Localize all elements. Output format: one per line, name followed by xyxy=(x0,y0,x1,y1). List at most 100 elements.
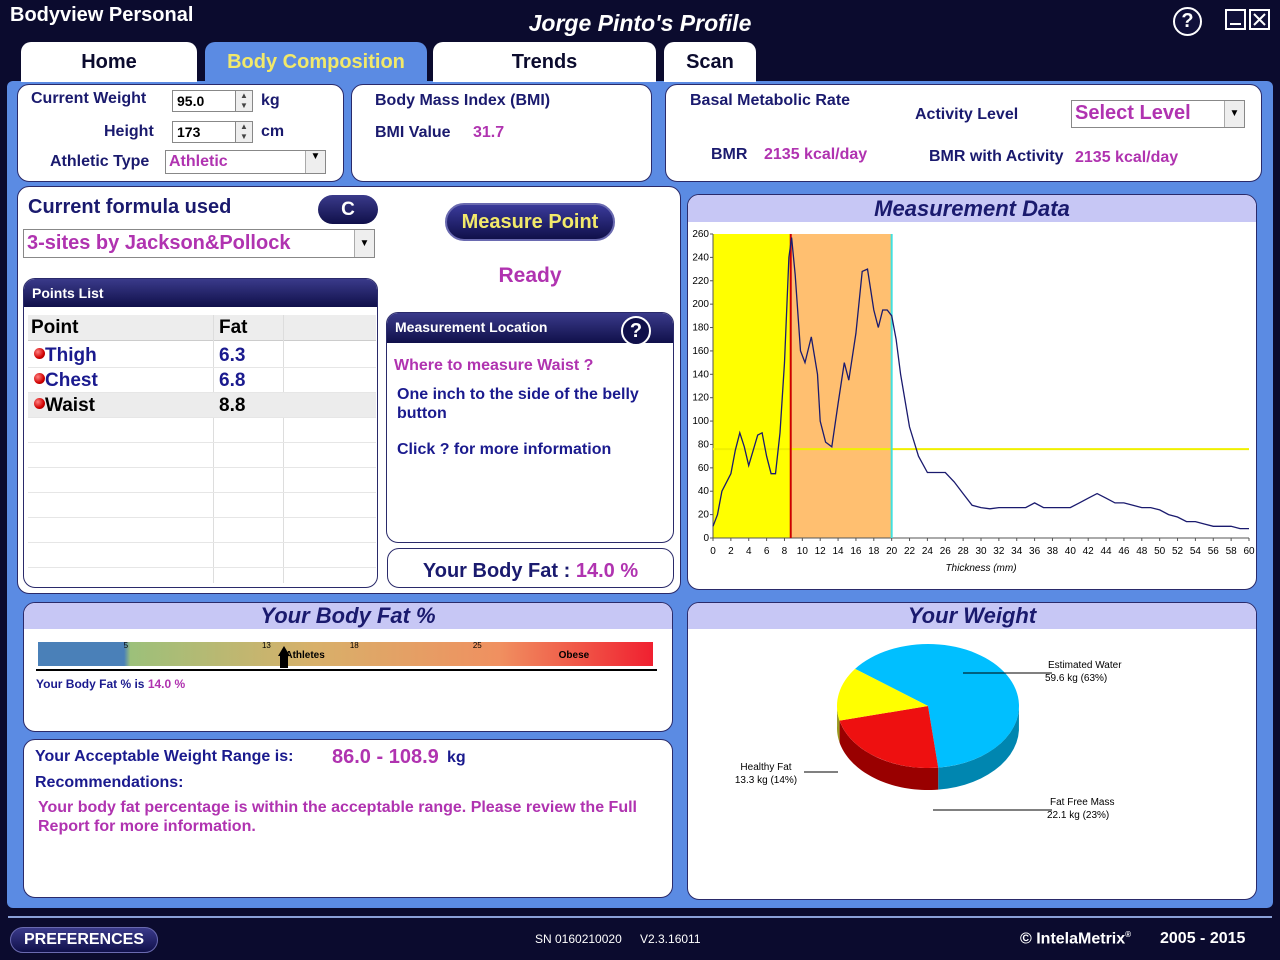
activity-level-label: Activity Level xyxy=(915,106,1019,123)
serial-number: SN 0160210020 xyxy=(535,932,622,946)
recommendations-label: Recommendations: xyxy=(35,774,184,791)
x-axis-label: Thickness (mm) xyxy=(945,563,1016,574)
weight-title: Your Weight xyxy=(688,603,1256,629)
y-tick-label: 260 xyxy=(692,229,709,240)
measurement-location-panel: Measurement Location xyxy=(386,312,674,543)
pie-value: 59.6 kg (63%) xyxy=(1045,673,1107,684)
table-row[interactable]: Chest 6.8 xyxy=(28,368,376,393)
x-tick-label: 0 xyxy=(710,546,716,557)
point-fat: 6.8 xyxy=(219,370,246,391)
location-answer: One inch to the side of the belly button xyxy=(397,386,639,422)
tab-trends[interactable]: Trends xyxy=(433,42,656,82)
body-fat-result-value: 14.0 % xyxy=(575,560,639,582)
x-tick-label: 20 xyxy=(886,546,898,557)
athletic-type-value: Athletic xyxy=(169,153,228,170)
height-stepper[interactable]: ▲ ▼ xyxy=(235,121,253,143)
x-tick-label: 48 xyxy=(1136,546,1148,557)
tab-home[interactable]: Home xyxy=(21,42,197,82)
tab-body-composition[interactable]: Body Composition xyxy=(205,42,427,82)
x-tick-label: 10 xyxy=(797,546,809,557)
y-tick-label: 220 xyxy=(692,276,709,287)
x-tick-label: 12 xyxy=(815,546,827,557)
bmr-activity-value: 2135 kcal/day xyxy=(1075,149,1179,166)
table-row[interactable]: Thigh 6.3 xyxy=(28,343,376,368)
weight-range-value: 86.0 - 108.9 xyxy=(332,746,439,768)
point-marker-icon xyxy=(34,348,45,359)
y-tick-label: 120 xyxy=(692,393,709,404)
weight-stepper[interactable]: ▲ ▼ xyxy=(235,90,253,112)
y-tick-label: 200 xyxy=(692,299,709,310)
chevron-down-icon: ▼ xyxy=(305,151,325,173)
x-tick-label: 8 xyxy=(782,546,788,557)
pie-label: Healthy Fat xyxy=(740,762,791,773)
points-list-header: Points List xyxy=(24,279,377,307)
weight-input[interactable]: 95.0 xyxy=(172,90,236,112)
y-tick-label: 40 xyxy=(698,486,710,497)
activity-level-select[interactable]: Select Level ▼ xyxy=(1071,100,1245,128)
x-tick-label: 18 xyxy=(868,546,880,557)
x-tick-label: 6 xyxy=(764,546,770,557)
y-tick-label: 100 xyxy=(692,416,709,427)
location-more-info: Click ? for more information xyxy=(397,441,612,458)
obese-label: Obese xyxy=(559,650,590,661)
y-tick-label: 180 xyxy=(692,323,709,334)
col-point: Point xyxy=(31,317,79,338)
point-fat: 6.3 xyxy=(219,345,246,366)
chart-title: Measurement Data xyxy=(688,195,1256,222)
chart-region xyxy=(713,234,791,538)
location-question: Where to measure Waist ? xyxy=(394,357,594,374)
height-unit: cm xyxy=(261,123,285,140)
location-help-button[interactable]: ? xyxy=(621,316,651,346)
athletic-type-label: Athletic Type xyxy=(50,153,150,170)
height-input[interactable]: 173 xyxy=(172,121,236,143)
trademark: ® xyxy=(1125,930,1132,939)
formula-title: Current formula used xyxy=(28,196,232,218)
fat-scale-tick: 13 xyxy=(262,641,271,650)
fat-summary-label: Your Body Fat % is xyxy=(36,677,145,691)
y-tick-label: 60 xyxy=(698,463,710,474)
weight-range-unit: kg xyxy=(447,749,466,766)
measure-status: Ready xyxy=(498,264,562,287)
close-icon xyxy=(1253,13,1266,26)
profile-title: Jorge Pinto's Profile xyxy=(528,10,752,36)
copyright-years: 2005 - 2015 xyxy=(1160,930,1246,947)
formula-select[interactable]: 3-sites by Jackson&Pollock ▼ xyxy=(23,229,375,258)
help-button[interactable]: ? xyxy=(1173,7,1202,36)
activity-level-value: Select Level xyxy=(1075,102,1191,124)
x-tick-label: 14 xyxy=(833,546,845,557)
x-tick-label: 30 xyxy=(975,546,987,557)
copyright-text: © IntelaMetrix xyxy=(1020,930,1126,948)
body-fat-result-label: Your Body Fat : xyxy=(422,560,571,582)
x-tick-label: 38 xyxy=(1047,546,1059,557)
x-tick-label: 44 xyxy=(1101,546,1113,557)
point-name: Waist xyxy=(45,395,95,416)
pie-value: 22.1 kg (23%) xyxy=(1047,810,1109,821)
point-fat: 8.8 xyxy=(219,395,246,416)
formula-c-button[interactable]: C xyxy=(318,195,378,224)
x-tick-label: 32 xyxy=(993,546,1005,557)
weight-unit: kg xyxy=(261,92,280,109)
athletes-label: Athletes xyxy=(285,650,325,661)
x-tick-label: 46 xyxy=(1118,546,1130,557)
pie-label: Fat Free Mass xyxy=(1050,797,1114,808)
chevron-down-icon: ▼ xyxy=(354,230,374,257)
y-tick-label: 20 xyxy=(698,510,710,521)
tab-scan[interactable]: Scan xyxy=(664,42,756,82)
y-tick-label: 80 xyxy=(698,439,710,450)
y-tick-label: 160 xyxy=(692,346,709,357)
point-marker-icon xyxy=(34,398,45,409)
measure-point-button[interactable]: Measure Point xyxy=(445,203,615,241)
fat-scale-tick: 5 xyxy=(124,641,129,650)
y-tick-label: 0 xyxy=(703,533,709,544)
x-tick-label: 28 xyxy=(958,546,970,557)
minimize-button[interactable] xyxy=(1225,9,1246,30)
table-row[interactable]: Waist 8.8 xyxy=(28,393,376,418)
preferences-button[interactable]: PREFERENCES xyxy=(10,927,158,953)
pie-value: 13.3 kg (14%) xyxy=(735,775,797,786)
close-button[interactable] xyxy=(1249,9,1270,30)
height-label: Height xyxy=(104,123,154,140)
pie-label: Estimated Water xyxy=(1048,660,1122,671)
athletic-type-select[interactable]: Athletic ▼ xyxy=(165,150,326,174)
x-tick-label: 54 xyxy=(1190,546,1202,557)
x-tick-label: 52 xyxy=(1172,546,1184,557)
